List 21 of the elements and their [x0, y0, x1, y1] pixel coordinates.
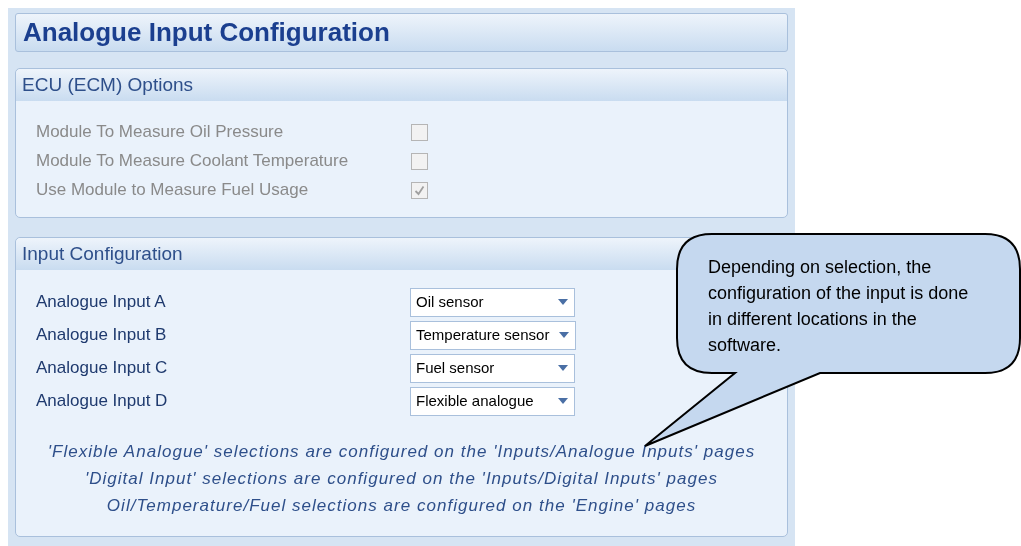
- note-text: 'Flexible Analogue' selections are configured on the 'Inputs/Analogue Inputs' pages: [47, 441, 756, 463]
- caret-icon: [558, 365, 568, 371]
- input-label: Analogue Input C: [36, 357, 169, 380]
- group-title: ECU (ECM) Options: [16, 69, 787, 101]
- caret-icon: [558, 299, 568, 305]
- dropdown[interactable]: Temperature sensor: [410, 320, 577, 350]
- option-label: Module To Measure Coolant Temperature: [36, 150, 350, 173]
- input-label: Analogue Input D: [36, 390, 169, 413]
- option-label: Use Module to Measure Fuel Usage: [36, 179, 310, 202]
- caret-icon: [558, 398, 568, 404]
- dropdown[interactable]: Flexible analogue: [410, 386, 575, 416]
- input-label: Analogue Input B: [36, 324, 168, 347]
- dropdown[interactable]: Oil sensor: [410, 287, 575, 317]
- page-title: Analogue Input Configuration: [15, 13, 788, 52]
- note-text: 'Digital Input' selections are configured on the 'Inputs/Digital Inputs' pages: [84, 468, 719, 490]
- caret-icon: [559, 332, 570, 338]
- note-text: Oil/Temperature/Fuel selections are configured on the 'Engine' pages: [106, 495, 697, 517]
- dropdown[interactable]: Fuel sensor: [410, 353, 575, 383]
- option-label: Module To Measure Oil Pressure: [36, 121, 285, 144]
- check-icon: [414, 184, 425, 196]
- input-label: Analogue Input A: [36, 291, 167, 314]
